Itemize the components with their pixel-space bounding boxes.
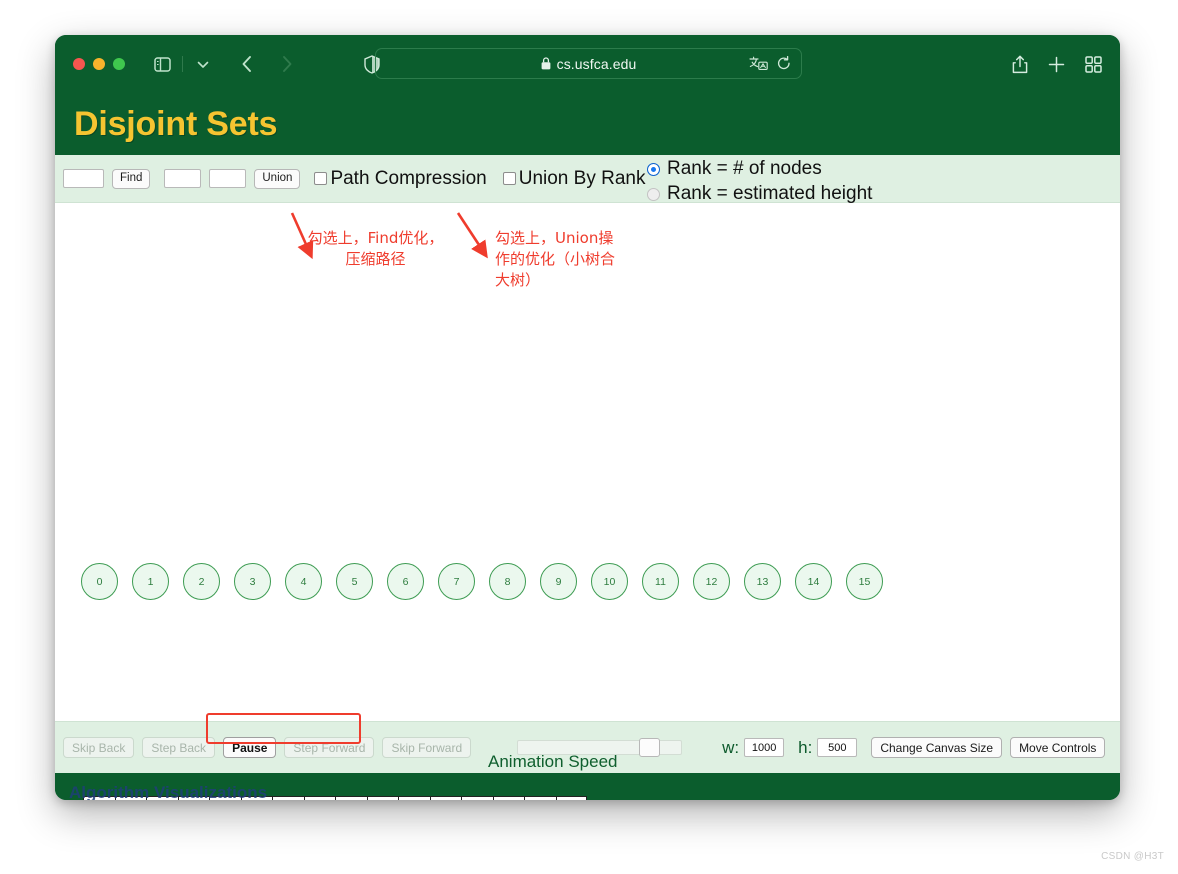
tab-grid-icon[interactable]	[1085, 55, 1102, 73]
node-circle: 14	[795, 563, 832, 600]
back-arrow-icon[interactable]	[232, 50, 262, 78]
node-circle-row: 0 1 2 3 4 5 6 7 8 9 10 11 12 13 14 15	[81, 563, 883, 600]
node-circle: 2	[183, 563, 220, 600]
share-icon[interactable]	[1012, 55, 1028, 74]
node-circle: 9	[540, 563, 577, 600]
node-circle: 6	[387, 563, 424, 600]
playback-control-bar: Skip Back Step Back Pause Step Forward S…	[55, 721, 1120, 773]
node-circle: 15	[846, 563, 883, 600]
skip-forward-button[interactable]: Skip Forward	[382, 737, 472, 758]
skip-back-button[interactable]: Skip Back	[63, 737, 135, 758]
rank-height-label: Rank = estimated height	[667, 183, 873, 204]
chevron-down-icon[interactable]	[188, 50, 218, 78]
node-circle: 8	[489, 563, 526, 600]
address-bar[interactable]: cs.usfca.edu	[375, 48, 802, 79]
array-cell: -1	[524, 796, 556, 800]
path-compression-option[interactable]: Path Compression	[314, 167, 487, 190]
sidebar-toggle-icon[interactable]	[147, 50, 177, 78]
node-circle: 5	[336, 563, 373, 600]
reload-icon[interactable]	[777, 56, 791, 71]
union-by-rank-option[interactable]: Union By Rank	[502, 167, 646, 190]
browser-toolbar-actions	[1012, 55, 1102, 74]
slider-thumb[interactable]	[639, 738, 661, 757]
array-cell: -1	[272, 796, 304, 800]
node-circle: 4	[285, 563, 322, 600]
union-input-a[interactable]	[164, 169, 202, 188]
lock-icon	[541, 57, 551, 70]
page-footer: Algorithm Visualizations	[55, 773, 1120, 800]
arrow-union-by-rank	[456, 212, 488, 259]
rank-mode-radio-group: Rank = # of nodes Rank = estimated heigh…	[647, 158, 872, 205]
change-canvas-size-button[interactable]: Change Canvas Size	[871, 737, 1003, 758]
algorithm-controls-bar: Find Union Path Compression Union By Ran…	[55, 155, 1120, 205]
node-circle: 10	[591, 563, 628, 600]
visualization-canvas[interactable]: 勾选上，Find优化，压缩路径 勾选上，Union操作的优化（小树合大树） 01…	[55, 203, 1120, 800]
array-cell: -1	[461, 796, 493, 800]
union-input-b[interactable]	[209, 169, 247, 188]
browser-titlebar: cs.usfca.edu	[55, 35, 1120, 93]
array-cell: -1	[335, 796, 367, 800]
array-cell: -1	[366, 796, 398, 800]
algorithm-visualizations-link[interactable]: Algorithm Visualizations	[69, 783, 267, 800]
find-button[interactable]: Find	[112, 168, 151, 189]
plus-icon[interactable]	[1048, 56, 1065, 73]
node-circle: 11	[642, 563, 679, 600]
path-compression-label: Path Compression	[330, 167, 487, 189]
node-circle: 3	[234, 563, 271, 600]
node-circle: 13	[744, 563, 781, 600]
maximize-window-button[interactable]	[113, 58, 125, 70]
step-forward-button[interactable]: Step Forward	[284, 737, 375, 758]
close-window-button[interactable]	[73, 58, 85, 70]
screenshot-root: cs.usfca.edu Disjoint Sets Find Union Pa…	[0, 0, 1178, 874]
url-text: cs.usfca.edu	[556, 55, 637, 72]
browser-window: cs.usfca.edu Disjoint Sets Find Union Pa…	[55, 35, 1120, 800]
translate-icon[interactable]	[749, 56, 768, 71]
array-cell: -1	[492, 796, 524, 800]
rank-nodes-radio[interactable]	[647, 162, 660, 176]
node-circle: 0	[81, 563, 118, 600]
node-circle: 1	[132, 563, 169, 600]
page-header: Disjoint Sets	[55, 93, 1120, 155]
toolbar-divider	[182, 56, 183, 72]
page-title: Disjoint Sets	[74, 104, 278, 143]
minimize-window-button[interactable]	[93, 58, 105, 70]
navigation-controls	[147, 50, 302, 78]
union-button[interactable]: Union	[254, 168, 301, 189]
animation-speed-label: Animation Speed	[488, 752, 618, 771]
watermark-text: CSDN @H3T	[1101, 851, 1164, 862]
rank-nodes-option[interactable]: Rank = # of nodes	[647, 158, 872, 180]
width-label: w:	[722, 737, 740, 757]
canvas-height-input[interactable]: 500	[817, 738, 858, 757]
node-circle: 12	[693, 563, 730, 600]
window-traffic-lights	[73, 58, 125, 70]
array-cell: -1	[398, 796, 430, 800]
address-bar-actions	[749, 56, 791, 71]
move-controls-button[interactable]: Move Controls	[1010, 737, 1106, 758]
rank-height-option[interactable]: Rank = estimated height	[647, 183, 872, 205]
pause-button[interactable]: Pause	[223, 737, 277, 758]
canvas-width-input[interactable]: 1000	[744, 738, 785, 757]
rank-nodes-label: Rank = # of nodes	[667, 158, 822, 179]
array-cell: -1	[429, 796, 461, 800]
path-compression-checkbox[interactable]	[314, 172, 328, 185]
union-by-rank-checkbox[interactable]	[502, 172, 516, 185]
union-by-rank-label: Union By Rank	[518, 167, 646, 189]
path-compression-annotation: 勾选上，Find优化，压缩路径	[307, 229, 444, 268]
array-cell: -1	[303, 796, 335, 800]
forward-arrow-icon[interactable]	[272, 50, 302, 78]
union-by-rank-annotation: 勾选上，Union操作的优化（小树合大树）	[495, 229, 616, 289]
step-back-button[interactable]: Step Back	[142, 737, 216, 758]
node-circle: 7	[438, 563, 475, 600]
find-input[interactable]	[63, 169, 104, 188]
rank-height-radio[interactable]	[647, 187, 660, 201]
array-cell: -1	[555, 796, 587, 800]
height-label: h:	[798, 737, 813, 757]
